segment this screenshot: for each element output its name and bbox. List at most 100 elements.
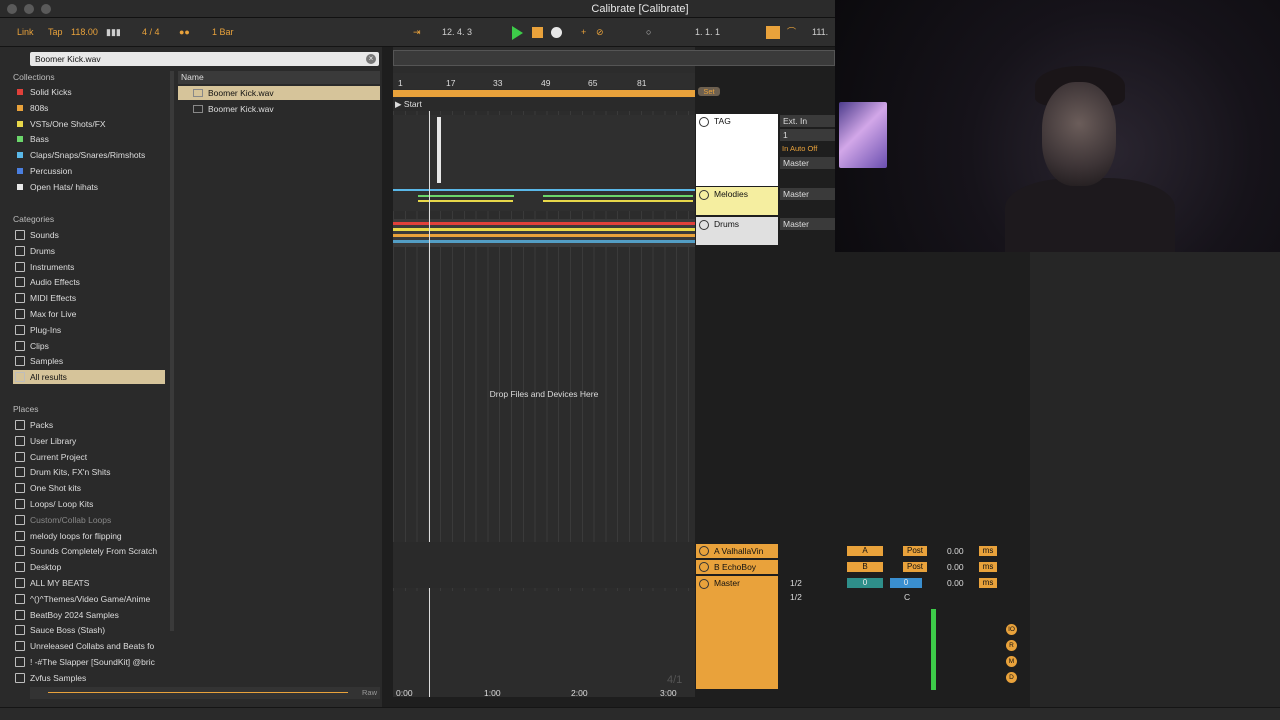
start-locator[interactable]: ▶ Start	[395, 99, 422, 110]
automation-arm-icon[interactable]: ⊘	[596, 25, 604, 40]
place-item[interactable]: One Shot kits	[13, 481, 165, 495]
place-item[interactable]: ^()^Themes/Video Game/Anime	[13, 592, 165, 606]
collection-item[interactable]: Bass	[13, 132, 165, 146]
bar-ruler[interactable]: 1 17 33 49 65 81	[393, 73, 695, 89]
return-b-unit[interactable]: ms	[979, 562, 997, 572]
clear-search-icon[interactable]: ×	[366, 54, 376, 64]
file-item[interactable]: Boomer Kick.wav	[178, 86, 380, 100]
mixer-toggle-button[interactable]: M	[1006, 656, 1017, 667]
collection-item[interactable]: VSTs/One Shots/FX	[13, 117, 165, 131]
place-item[interactable]: User Library	[13, 434, 165, 448]
track-header-melodies[interactable]: Melodies	[696, 187, 778, 215]
fold-icon[interactable]	[699, 117, 709, 127]
metronome-icon[interactable]: ▮▮▮	[106, 25, 121, 40]
place-item[interactable]: Sauce Boss (Stash)	[13, 623, 165, 637]
place-item[interactable]: Current Project	[13, 450, 165, 464]
place-item[interactable]: Desktop	[13, 560, 165, 574]
return-b-value[interactable]: 0.00	[947, 562, 964, 572]
category-item[interactable]: Max for Live	[13, 307, 165, 321]
time-ruler[interactable]: 0:00 1:00 2:00 3:00	[393, 687, 695, 699]
overview-bar[interactable]	[393, 50, 835, 66]
loop-brace[interactable]	[393, 90, 695, 97]
return-a-value[interactable]: 0.00	[947, 546, 964, 556]
category-item[interactable]: Instruments	[13, 260, 165, 274]
sidebar-scrollbar[interactable]	[170, 71, 174, 631]
fold-icon[interactable]	[699, 562, 709, 572]
record-button[interactable]	[551, 27, 562, 38]
cue-volume[interactable]: 0	[847, 578, 883, 588]
master-volume[interactable]: 0	[890, 578, 922, 588]
input-channel-dropdown[interactable]: 1	[780, 129, 836, 141]
time-signature-field[interactable]: 4 / 4	[142, 25, 160, 40]
locator-lane[interactable]: ▶ Start	[393, 98, 695, 111]
return-b-activator[interactable]: B	[847, 562, 883, 572]
place-item[interactable]: ALL MY BEATS	[13, 576, 165, 590]
delay-toggle-button[interactable]: D	[1006, 672, 1017, 683]
drums-clip[interactable]	[393, 222, 695, 225]
quantize-dropdown[interactable]: 1 Bar	[212, 25, 234, 40]
collection-item[interactable]: Percussion	[13, 164, 165, 178]
place-item[interactable]: Unreleased Collabs and Beats fo	[13, 639, 165, 653]
place-item[interactable]: Zvfus Samples	[13, 671, 165, 685]
track-header-tag[interactable]: TAG	[696, 114, 778, 186]
name-column-header[interactable]: Name	[178, 71, 380, 84]
io-toggle-button[interactable]: IO	[1006, 624, 1017, 635]
master-value[interactable]: 0.00	[947, 578, 964, 588]
tag-track-lane[interactable]	[393, 115, 695, 187]
category-item[interactable]: Samples	[13, 354, 165, 368]
returns-toggle-button[interactable]: R	[1006, 640, 1017, 651]
punch-icon[interactable]: ⌒	[787, 25, 796, 40]
file-item[interactable]: Boomer Kick.wav	[178, 102, 380, 116]
tag-clip[interactable]	[437, 117, 441, 183]
master-unit[interactable]: ms	[979, 578, 997, 588]
loop-start-field[interactable]: 1. 1. 1	[695, 25, 720, 40]
place-item[interactable]: Sounds Completely From Scratch	[13, 544, 165, 558]
return-lanes[interactable]	[393, 542, 695, 588]
master-pan[interactable]: C	[904, 592, 910, 602]
drums-track-lane[interactable]	[393, 219, 695, 247]
loop-length-field[interactable]: 111.	[812, 25, 828, 40]
tap-button[interactable]: Tap	[48, 25, 63, 40]
output-dropdown[interactable]: Master	[780, 157, 836, 169]
place-item[interactable]: Drum Kits, FX'n Shits	[13, 465, 165, 479]
return-b-post-button[interactable]: Post	[903, 562, 927, 572]
fold-icon[interactable]	[699, 220, 709, 230]
search-input[interactable]: Boomer Kick.wav ×	[30, 52, 379, 66]
category-item[interactable]: All results	[13, 370, 165, 385]
melodies-track-lane[interactable]	[393, 187, 695, 211]
place-item[interactable]: ! -#The Slapper [SoundKit] @bric	[13, 655, 165, 669]
play-button[interactable]	[512, 26, 523, 40]
master-track[interactable]: Master	[696, 576, 778, 689]
place-item[interactable]: Packs	[13, 418, 165, 432]
place-item[interactable]: Custom/Collab Loops	[13, 513, 165, 527]
category-item[interactable]: Audio Effects	[13, 275, 165, 289]
collection-item[interactable]: Solid Kicks	[13, 85, 165, 99]
return-a-unit[interactable]: ms	[979, 546, 997, 556]
monitor-switch[interactable]: In Auto Off	[782, 144, 817, 154]
collection-item[interactable]: Open Hats/ hihats	[13, 180, 165, 194]
return-track-b[interactable]: B EchoBoy	[696, 560, 778, 574]
raw-toggle[interactable]: Raw	[362, 688, 377, 697]
master-out-dropdown[interactable]: 1/2	[790, 592, 802, 602]
overdub-icon[interactable]: +	[581, 25, 586, 40]
place-item[interactable]: Loops/ Loop Kits	[13, 497, 165, 511]
fold-icon[interactable]	[699, 579, 709, 589]
category-item[interactable]: MIDI Effects	[13, 291, 165, 305]
collection-item[interactable]: 808s	[13, 101, 165, 115]
input-type-dropdown[interactable]: Ext. In	[780, 115, 836, 127]
return-track-a[interactable]: A ValhallaVin	[696, 544, 778, 558]
fold-icon[interactable]	[699, 546, 709, 556]
melodies-clip[interactable]	[393, 189, 695, 191]
return-a-activator[interactable]: A	[847, 546, 883, 556]
cue-out-dropdown[interactable]: 1/2	[790, 578, 802, 588]
follow-icon[interactable]: ⇥	[413, 25, 421, 40]
category-item[interactable]: Clips	[13, 339, 165, 353]
output-dropdown[interactable]: Master	[780, 218, 836, 230]
track-header-drums[interactable]: Drums	[696, 217, 778, 245]
link-button[interactable]: Link	[17, 25, 34, 40]
place-item[interactable]: melody loops for flipping	[13, 529, 165, 543]
return-a-post-button[interactable]: Post	[903, 546, 927, 556]
loop-toggle-button[interactable]	[766, 26, 780, 39]
song-position-field[interactable]: 12. 4. 3	[442, 25, 472, 40]
category-item[interactable]: Drums	[13, 244, 165, 258]
